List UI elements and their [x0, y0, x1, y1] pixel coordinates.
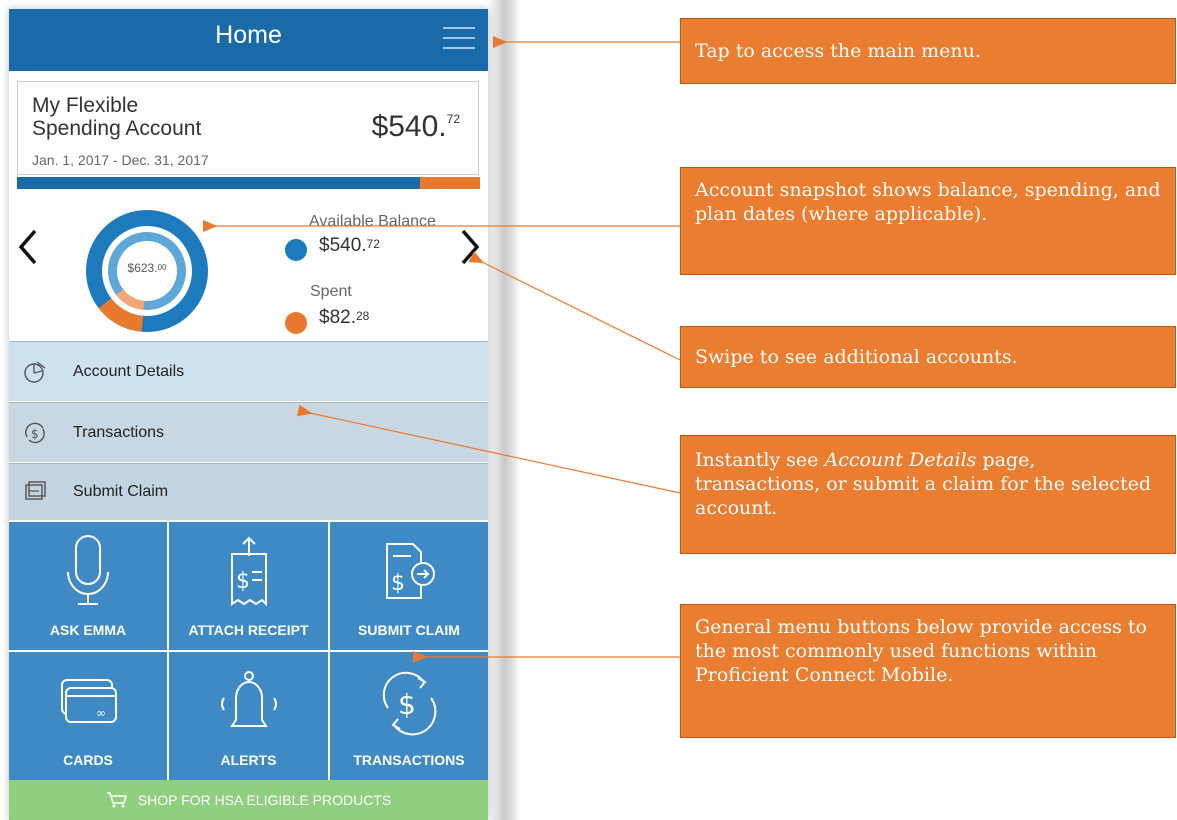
rows-arrow — [297, 404, 681, 494]
callout-emphasis: Account Details — [824, 449, 977, 471]
callout-snapshot: Account snapshot shows balance, spending… — [680, 167, 1176, 275]
callout-main-menu: Tap to access the main menu. — [680, 18, 1176, 84]
swipe-arrow — [468, 251, 681, 361]
callout-general-menu: General menu buttons below provide acces… — [680, 604, 1176, 738]
callout-account-details: Instantly see Account Details page, tran… — [680, 435, 1176, 554]
callout-swipe: Swipe to see additional accounts. — [680, 326, 1176, 388]
callout-text-before: Instantly see — [695, 449, 825, 471]
